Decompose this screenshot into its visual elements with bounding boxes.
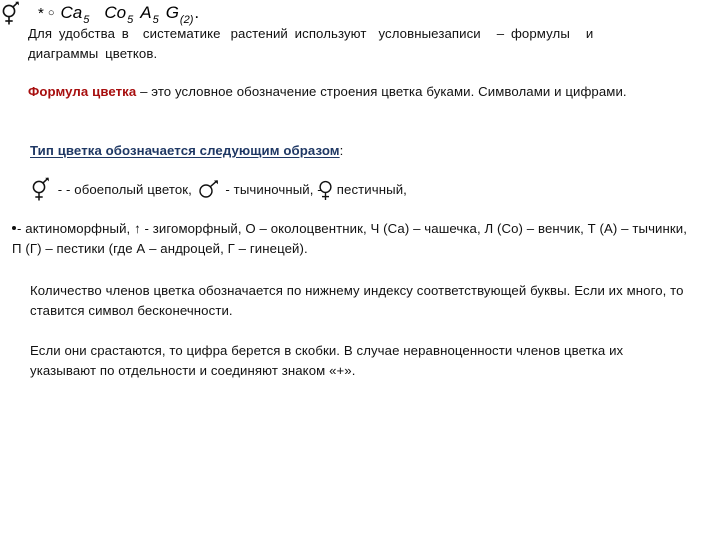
venus-label: пестичный, (336, 182, 407, 197)
intro-paragraph: Для удобства в систематике растений исполь… (28, 24, 668, 64)
symbol-legend-line: - - обоеполый цветок, - тычиночный, - пе… (30, 176, 690, 202)
venus-symbol-icon (318, 179, 333, 201)
mars-symbol-icon (198, 179, 220, 199)
intro-seg-5: условныезаписи (378, 26, 481, 41)
type-heading-paragraph: Тип цветка обозначается следующим образо… (30, 141, 670, 161)
intro-seg-4: используют (294, 26, 367, 41)
perianth-circle: ○ (47, 7, 55, 19)
flower-formula-example: * ○ Ca5 Co5 A5 G(2). (0, 0, 420, 26)
formula-term: Формула цветка (28, 84, 137, 99)
intro-seg-1: Для удобства в (28, 26, 129, 41)
intro-seg-7: формулы (510, 26, 570, 41)
hermaphrodite-symbol-icon (0, 0, 20, 26)
androecium-letter: A (140, 3, 152, 22)
count-rule-paragraph: Количество членов цветка обозначается по… (30, 283, 684, 318)
intro-seg-6: – (496, 26, 505, 41)
formula-period: . (194, 3, 200, 22)
fusion-rule-paragraph: Если они срастаются, то цифра берется в … (30, 343, 624, 378)
intro-seg-3: растений (230, 26, 288, 41)
intro-seg-9: диаграммы цветков. (28, 46, 158, 61)
type-heading-text: Тип цветка обозначается следующим образо… (30, 143, 340, 158)
type-heading-colon: : (339, 143, 344, 158)
formula-definition-paragraph: Формула цветка – это условное обозначени… (28, 82, 678, 102)
morphology-paragraph: - актиноморфный, ↑ - зигоморфный, О – ок… (12, 219, 696, 259)
corolla-letter: Co (104, 3, 127, 22)
gynoecium-letter: G (165, 3, 179, 22)
formula-definition-text: – это условное обозначение строения цвет… (136, 84, 627, 99)
actinomorphic-star: * (38, 5, 44, 22)
intro-seg-2: систематике (142, 26, 221, 41)
slide-canvas: Для удобства в систематике растений исполь… (0, 0, 720, 540)
intro-seg-8: и (585, 26, 594, 41)
hermaphrodite-label: - - обоеполый цветок, (54, 182, 196, 197)
mars-label: - тычиночный, - (221, 182, 322, 197)
bullet-dot-icon (12, 226, 16, 230)
calyx-letter: Ca (60, 3, 83, 22)
morphology-text: - актиноморфный, ↑ - зигоморфный, О – ок… (12, 221, 688, 256)
hermaphrodite-symbol-icon (30, 176, 50, 202)
